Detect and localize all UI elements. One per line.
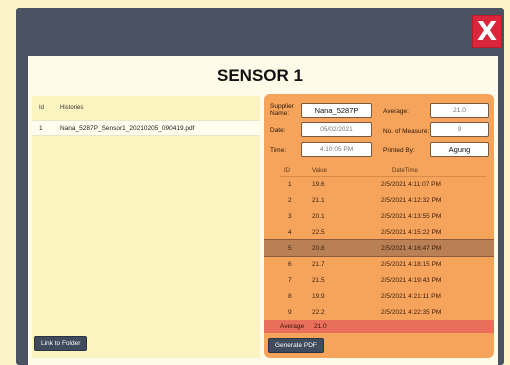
- row-id: 6: [288, 261, 292, 268]
- row-value: 19.9: [312, 293, 325, 300]
- printed-by-field[interactable]: Agung: [430, 142, 489, 157]
- summary-average-value: 21.0: [314, 323, 327, 330]
- sensor-details-panel: Supplier Name: Nana_5287P Date: 05/02/20…: [264, 94, 494, 358]
- row-id: 3: [288, 213, 292, 220]
- summary-average-label: Average: [280, 323, 305, 330]
- row-value: 20.8: [312, 245, 325, 252]
- table-row-selected[interactable]: 5 20.8 2/5/2021 4:16:47 PM: [264, 239, 494, 257]
- histories-header: Id Histories: [32, 96, 260, 120]
- average-field[interactable]: 21.0: [430, 103, 489, 118]
- history-row-id: 1: [39, 125, 43, 132]
- close-button[interactable]: X: [472, 15, 502, 48]
- row-datetime: 2/5/2021 4:12:32 PM: [381, 197, 442, 204]
- histories-list: Id Histories 1 Nana_5287P_Sensor1_202102…: [32, 96, 260, 358]
- row-datetime: 2/5/2021 4:15:22 PM: [381, 229, 442, 236]
- row-id: 8: [288, 293, 292, 300]
- row-id: 1: [288, 181, 292, 188]
- row-datetime: 2/5/2021 4:19:43 PM: [381, 277, 442, 284]
- generate-pdf-button[interactable]: Generate PDF: [268, 338, 324, 353]
- page-title: SENSOR 1: [217, 66, 303, 85]
- row-value: 21.7: [312, 261, 325, 268]
- measures-field[interactable]: 9: [430, 122, 489, 137]
- average-summary-bar: Average 21.0: [264, 320, 494, 333]
- table-row[interactable]: 8 19.9 2/5/2021 4:21:11 PM: [264, 288, 494, 304]
- row-datetime: 2/5/2021 4:13:55 PM: [381, 213, 442, 220]
- date-label: Date:: [270, 127, 286, 134]
- row-value: 22.2: [312, 309, 325, 316]
- table-row[interactable]: 9 22.2 2/5/2021 4:22:35 PM: [264, 304, 494, 320]
- row-datetime: 2/5/2021 4:22:35 PM: [381, 309, 442, 316]
- time-field[interactable]: 4:10:05 PM: [301, 142, 372, 157]
- row-id: 5: [288, 245, 292, 252]
- table-row[interactable]: 2 21.1 2/5/2021 4:12:32 PM: [264, 192, 494, 208]
- row-value: 19.6: [312, 181, 325, 188]
- history-row-file: Nana_5287P_Sensor1_20210205_090419.pdf: [60, 125, 195, 132]
- close-icon: X: [476, 16, 498, 47]
- measures-grid-header: ID Value DateTime: [264, 166, 494, 176]
- row-value: 20.1: [312, 213, 325, 220]
- supplier-label: Supplier Name:: [270, 103, 294, 117]
- average-label: Average:: [383, 108, 409, 115]
- row-id: 7: [288, 277, 292, 284]
- grid-header-id: ID: [284, 168, 290, 174]
- table-row[interactable]: 7 21.5 2/5/2021 4:19:43 PM: [264, 272, 494, 288]
- row-value: 22.5: [312, 229, 325, 236]
- row-value: 21.1: [312, 197, 325, 204]
- row-id: 4: [288, 229, 292, 236]
- measures-label: No. of Measure:: [383, 128, 430, 135]
- row-datetime: 2/5/2021 4:21:11 PM: [381, 293, 441, 300]
- printed-by-label: Printed By:: [383, 147, 415, 154]
- header-histories: Histories: [60, 105, 84, 111]
- row-id: 2: [288, 197, 292, 204]
- date-field[interactable]: 05/02/2021: [301, 122, 372, 137]
- row-id: 9: [288, 309, 292, 316]
- grid-header-datetime: DateTime: [392, 168, 418, 174]
- header-id: Id: [39, 105, 45, 111]
- row-datetime: 2/5/2021 4:16:47 PM: [381, 245, 442, 252]
- row-datetime: 2/5/2021 4:11:07 PM: [381, 181, 441, 188]
- row-value: 21.5: [312, 277, 325, 284]
- table-row[interactable]: 1 19.6 2/5/2021 4:11:07 PM: [264, 176, 494, 192]
- table-row[interactable]: 3 20.1 2/5/2021 4:13:55 PM: [264, 208, 494, 224]
- table-row[interactable]: 4 22.5 2/5/2021 4:15:22 PM: [264, 224, 494, 240]
- grid-header-value: Value: [312, 168, 327, 174]
- history-row[interactable]: 1 Nana_5287P_Sensor1_20210205_090419.pdf: [32, 120, 260, 136]
- row-datetime: 2/5/2021 4:18:15 PM: [381, 261, 442, 268]
- supplier-field[interactable]: Nana_5287P: [301, 103, 372, 118]
- table-row[interactable]: 6 21.7 2/5/2021 4:18:15 PM: [264, 256, 494, 272]
- link-to-folder-button[interactable]: Link to Folder: [34, 336, 88, 351]
- time-label: Time:: [270, 147, 287, 154]
